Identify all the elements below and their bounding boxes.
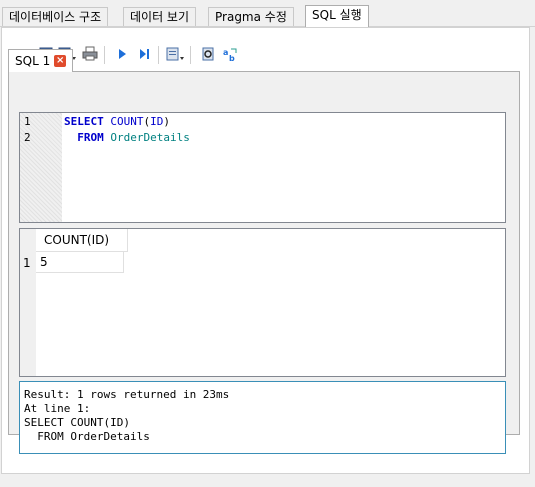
code-line-1: SELECT COUNT(ID) xyxy=(64,115,170,128)
find-replace-icon[interactable]: ab xyxy=(220,44,240,64)
table-name: OrderDetails xyxy=(110,131,190,144)
message-line: Result: 1 rows returned in 23ms xyxy=(24,388,230,401)
function-count: COUNT xyxy=(110,115,144,128)
tab-browse-data[interactable]: 데이터 보기 xyxy=(123,7,197,26)
toolbar-separator xyxy=(158,46,159,64)
line-number-gutter: 1 2 xyxy=(20,113,62,222)
message-line: SELECT COUNT(ID) xyxy=(24,416,130,429)
row-header-column xyxy=(20,229,36,376)
column-header[interactable]: COUNT(ID) xyxy=(36,229,128,252)
tab-execute-sql[interactable]: SQL 실행 xyxy=(305,5,369,27)
execute-all-icon[interactable] xyxy=(112,44,132,64)
row-number[interactable]: 1 xyxy=(23,253,31,273)
message-pane[interactable]: Result: 1 rows returned in 23ms At line … xyxy=(19,381,506,454)
print-icon[interactable] xyxy=(80,44,100,64)
tab-database-structure[interactable]: 데이터베이스 구조 xyxy=(2,7,109,26)
message-line: FROM OrderDetails xyxy=(24,430,150,443)
save-results-icon[interactable] xyxy=(166,44,186,64)
toolbar-separator xyxy=(190,46,191,64)
svg-text:a: a xyxy=(223,48,228,57)
results-grid[interactable]: COUNT(ID) 1 5 xyxy=(19,228,506,377)
result-cell[interactable]: 5 xyxy=(36,252,124,273)
sql-editor-tab[interactable]: SQL 1 × xyxy=(8,49,74,72)
execute-line-icon[interactable] xyxy=(134,44,154,64)
keyword-from: FROM xyxy=(77,131,104,144)
code-line-2: FROM OrderDetails xyxy=(64,131,190,144)
svg-text:b: b xyxy=(229,54,235,62)
line-number: 2 xyxy=(24,131,31,144)
keyword-select: SELECT xyxy=(64,115,104,128)
toolbar-separator xyxy=(104,46,105,64)
find-icon[interactable] xyxy=(198,44,218,64)
message-line: At line 1: xyxy=(24,402,91,415)
close-paren: ) xyxy=(163,115,170,128)
column-id: ID xyxy=(150,115,164,128)
close-tab-icon[interactable]: × xyxy=(54,55,67,67)
sql-editor[interactable]: 1 2 SELECT COUNT(ID) FROM OrderDetails xyxy=(19,112,506,223)
main-tab-bar: 데이터베이스 구조 데이터 보기 Pragma 수정 SQL 실행 xyxy=(0,0,535,27)
tab-edit-pragmas[interactable]: Pragma 수정 xyxy=(208,7,294,26)
line-number: 1 xyxy=(24,115,31,128)
sql-tab-label: SQL 1 xyxy=(15,54,51,68)
